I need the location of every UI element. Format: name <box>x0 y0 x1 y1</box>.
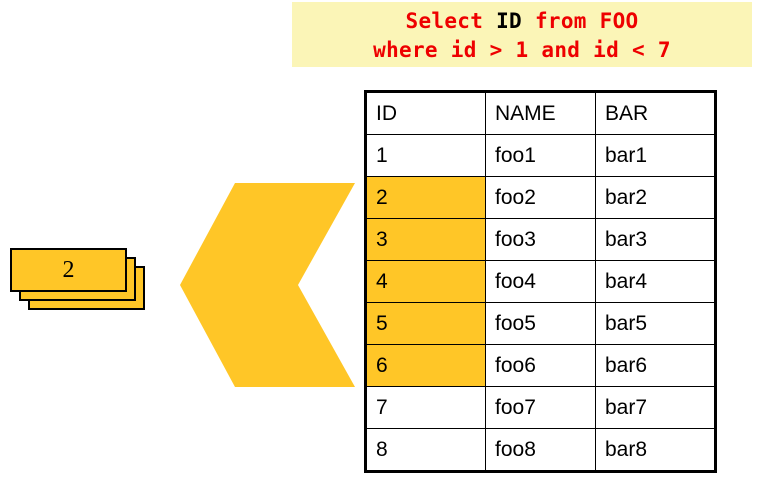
cell-bar: bar1 <box>595 134 716 177</box>
cell-name: foo2 <box>485 176 596 219</box>
column-header-id: ID <box>365 91 486 135</box>
sql-column-id: ID <box>496 9 522 33</box>
chevron-left-icon <box>180 183 355 387</box>
cell-bar: bar6 <box>595 344 716 387</box>
cell-name: foo4 <box>485 260 596 303</box>
sql-query-banner: Select ID from FOO where id > 1 and id <… <box>292 2 752 67</box>
cell-id: 4 <box>365 260 486 303</box>
cell-id: 3 <box>365 218 486 261</box>
table-row: 4 foo4 bar4 <box>365 260 716 303</box>
cell-id: 2 <box>365 176 486 219</box>
cell-id: 5 <box>365 302 486 345</box>
cell-bar: bar5 <box>595 302 716 345</box>
table-row: 8 foo8 bar8 <box>365 428 716 472</box>
foo-table: ID NAME BAR 1 foo1 bar1 2 foo2 bar2 3 fo… <box>364 90 717 473</box>
sql-query-line-1: Select ID from FOO <box>292 7 752 36</box>
column-header-name: NAME <box>485 91 596 135</box>
result-card-stack: 2 <box>8 248 158 320</box>
cell-id: 1 <box>365 134 486 177</box>
table-row: 7 foo7 bar7 <box>365 386 716 429</box>
table-row: 2 foo2 bar2 <box>365 176 716 219</box>
sql-from-clause: from FOO <box>522 9 639 33</box>
cell-id: 8 <box>365 428 486 472</box>
cell-name: foo6 <box>485 344 596 387</box>
table-header-row: ID NAME BAR <box>365 91 716 135</box>
chevron-left-shape <box>180 183 355 387</box>
sql-keyword-select: Select <box>405 9 497 33</box>
cell-name: foo7 <box>485 386 596 429</box>
column-header-bar: BAR <box>595 91 716 135</box>
cell-bar: bar2 <box>595 176 716 219</box>
cell-id: 7 <box>365 386 486 429</box>
result-card-front <box>10 248 127 292</box>
cell-name: foo5 <box>485 302 596 345</box>
table-row: 5 foo5 bar5 <box>365 302 716 345</box>
table-row: 1 foo1 bar1 <box>365 134 716 177</box>
table-row: 6 foo6 bar6 <box>365 344 716 387</box>
cell-name: foo1 <box>485 134 596 177</box>
cell-id: 6 <box>365 344 486 387</box>
sql-query-line-2: where id > 1 and id < 7 <box>373 38 671 62</box>
cell-bar: bar3 <box>595 218 716 261</box>
cell-bar: bar7 <box>595 386 716 429</box>
cell-bar: bar4 <box>595 260 716 303</box>
cell-bar: bar8 <box>595 428 716 472</box>
table-row: 3 foo3 bar3 <box>365 218 716 261</box>
cell-name: foo3 <box>485 218 596 261</box>
cell-name: foo8 <box>485 428 596 472</box>
